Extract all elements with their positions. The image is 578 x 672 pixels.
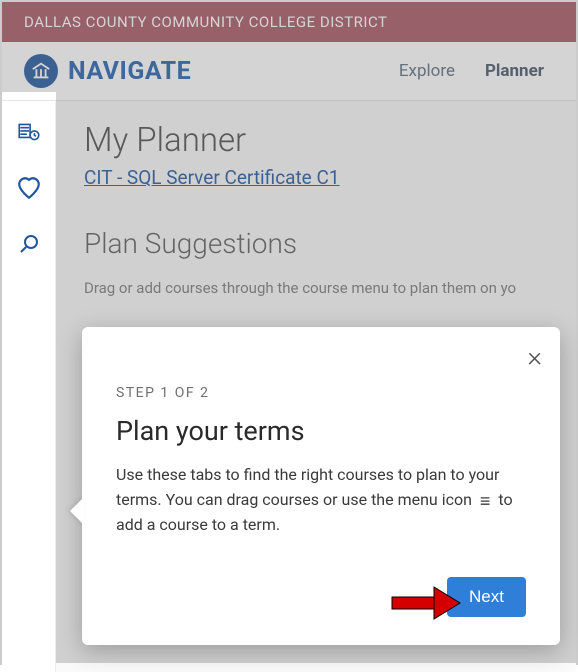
heart-icon[interactable] bbox=[16, 175, 42, 201]
planner-icon[interactable] bbox=[16, 119, 42, 145]
navigate-logo-icon bbox=[24, 54, 58, 88]
brand-name: NAVIGATE bbox=[68, 57, 191, 86]
nav-tabs: Explore Planner bbox=[399, 61, 554, 81]
menu-icon: ≡ bbox=[480, 493, 491, 511]
institution-banner: DALLAS COUNTY COMMUNITY COLLEGE DISTRICT bbox=[2, 2, 576, 42]
suggestions-heading: Plan Suggestions bbox=[84, 227, 548, 260]
tab-explore[interactable]: Explore bbox=[399, 61, 455, 81]
onboarding-popover: × STEP 1 OF 2 Plan your terms Use these … bbox=[82, 327, 560, 645]
close-icon[interactable]: × bbox=[527, 343, 542, 371]
certificate-link[interactable]: CIT - SQL Server Certificate C1 bbox=[84, 166, 340, 189]
step-label: STEP 1 OF 2 bbox=[116, 385, 526, 401]
left-sidebar bbox=[2, 101, 56, 672]
next-button[interactable]: Next bbox=[447, 577, 526, 617]
suggestions-description: Drag or add courses through the course m… bbox=[84, 278, 548, 299]
popover-title: Plan your terms bbox=[116, 415, 526, 447]
app-header: NAVIGATE Explore Planner bbox=[2, 42, 576, 101]
search-icon[interactable] bbox=[16, 231, 42, 257]
popover-body: Use these tabs to find the right courses… bbox=[116, 463, 526, 537]
popover-arrow bbox=[70, 497, 84, 525]
page-title: My Planner bbox=[84, 121, 548, 160]
tab-planner[interactable]: Planner bbox=[485, 61, 544, 81]
popover-body-text-1: Use these tabs to find the right courses… bbox=[116, 465, 499, 509]
